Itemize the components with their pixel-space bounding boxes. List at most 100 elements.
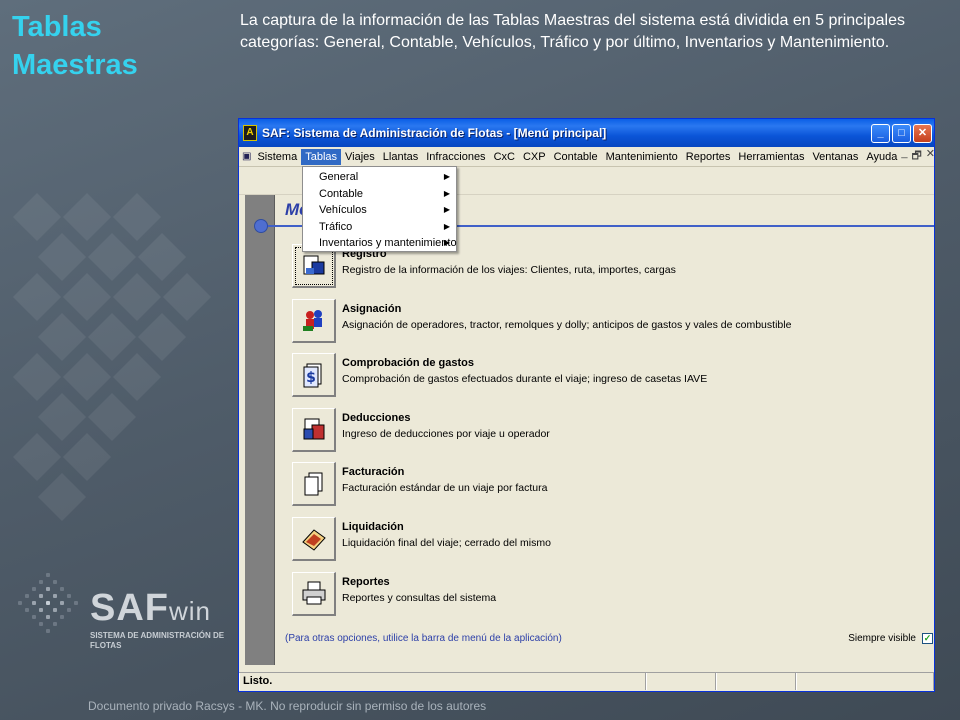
menu-item-viajes[interactable]: Viajes [341, 149, 379, 165]
menu-item-infracciones[interactable]: Infracciones [422, 149, 489, 165]
option-description: Asignación de operadores, tractor, remol… [342, 318, 792, 331]
hint-text: (Para otras opciones, utilice la barra d… [285, 633, 562, 644]
dropdown-item[interactable]: Tráfico ▶ [303, 219, 456, 236]
liquidacion-button[interactable] [292, 516, 336, 561]
reportes-icon [300, 579, 328, 607]
tablas-dropdown-menu: General ▶ Contable ▶ Vehículos ▶ Tráfico ▶ Inven… [302, 166, 457, 252]
option-title: Asignación [342, 302, 402, 315]
option-description: Reportes y consultas del sistema [342, 591, 497, 604]
menu-item-reportes[interactable]: Reportes [682, 149, 735, 165]
menu-item-tablas[interactable]: Tablas [301, 148, 341, 165]
diamond-decoration [12, 352, 62, 402]
liquidacion-icon [300, 524, 328, 552]
always-visible-checkbox[interactable]: ✓ [922, 633, 933, 644]
menu-option-liquidacion: Liquidación Liquidación final del viaje; … [292, 515, 932, 570]
always-visible-option[interactable]: Siempre visible ✓ [848, 633, 933, 644]
logo-dot [39, 608, 43, 612]
logo-dot [46, 573, 50, 577]
option-title: Reportes [342, 575, 390, 588]
option-description: Liquidación final del viaje; cerrado del… [342, 536, 551, 549]
logo-dot [46, 601, 50, 605]
logo-dot [39, 622, 43, 626]
comprobacion-icon: $ [300, 361, 328, 389]
window-title: SAF: Sistema de Administración de Flotas… [262, 126, 607, 140]
diamond-decoration [12, 432, 62, 482]
logo-dot [39, 594, 43, 598]
comprobacion-button[interactable]: $ [292, 353, 336, 398]
logo-dot [46, 629, 50, 633]
dropdown-item[interactable]: Contable ▶ [303, 186, 456, 203]
mdi-restore-button[interactable]: 🗗 [911, 147, 921, 166]
menu-options-list: Registro Registro de la información de lo… [292, 242, 932, 624]
slide-footer: Documento privado Racsys - MK. No reprod… [88, 699, 487, 713]
logo-dot [32, 587, 36, 591]
logo-dot [67, 608, 71, 612]
submenu-arrow-icon: ▶ [443, 238, 450, 247]
dropdown-item[interactable]: General ▶ [303, 169, 456, 186]
slide-description: La captura de la información de las Tabl… [240, 12, 905, 51]
asignacion-icon [300, 306, 328, 334]
logo-dot [60, 615, 64, 619]
dropdown-item-label: Tráfico [319, 220, 353, 233]
deducciones-button[interactable] [292, 407, 336, 452]
menu-item-cxc[interactable]: CxC [490, 149, 519, 165]
menu-item-herramientas[interactable]: Herramientas [734, 149, 808, 165]
mdi-minimize-button[interactable]: _ [901, 147, 907, 166]
menu-item-sistema[interactable]: Sistema [253, 149, 301, 165]
slide-title: Tablas Maestras [12, 11, 138, 81]
asignacion-button[interactable] [292, 298, 336, 343]
maximize-button[interactable]: □ [892, 123, 911, 143]
registro-icon [300, 252, 328, 280]
menu-item-mantenimiento[interactable]: Mantenimiento [602, 149, 682, 165]
facturacion-button[interactable] [292, 462, 336, 507]
menu-option-comprobacion: $ Comprobación de gastos Comprobación de g… [292, 351, 932, 406]
menu-option-facturacion: Facturación Facturación estándar de un vi… [292, 460, 932, 515]
submenu-arrow-icon: ▶ [443, 221, 450, 231]
app-icon[interactable]: A [243, 125, 257, 141]
logo-dot [60, 587, 64, 591]
dropdown-item-label: Inventarios y mantenimiento [319, 237, 457, 249]
facturacion-icon [300, 470, 328, 498]
logo-tagline: SISTEMA DE ADMINISTRACIÓN DE FLOTAS [90, 631, 225, 650]
diamond-decoration [62, 192, 112, 242]
option-description: Ingreso de deducciones por viaje u opera… [342, 427, 550, 440]
diamond-decoration [112, 272, 162, 322]
logo-dot [25, 594, 29, 598]
logo-dot [39, 580, 43, 584]
logo-dot [60, 601, 64, 605]
reportes-button[interactable] [292, 571, 336, 616]
menu-item-contable[interactable]: Contable [550, 149, 602, 165]
mdi-close-button[interactable]: ✕ [926, 147, 934, 166]
diamond-decoration [37, 472, 87, 522]
dropdown-item[interactable]: Inventarios y mantenimiento ▶ [303, 235, 457, 252]
option-title: Deducciones [342, 411, 411, 424]
background-diamond-pattern [0, 180, 240, 600]
main-menu-panel: Me Registro Registro de la información de… [245, 195, 934, 665]
close-button[interactable]: ✕ [913, 123, 932, 143]
dropdown-item-label: Vehículos [319, 204, 367, 216]
minimize-button[interactable]: _ [871, 123, 890, 143]
dropdown-item[interactable]: Vehículos ▶ [303, 202, 456, 219]
mdi-window-icon[interactable]: ▣ [242, 151, 251, 163]
logo-dot [53, 580, 57, 584]
submenu-arrow-icon: ▶ [443, 188, 450, 198]
menu-item-cxp[interactable]: CXP [519, 149, 550, 165]
diamond-decoration [62, 432, 112, 482]
option-description: Registro de la información de los viajes… [342, 264, 676, 276]
option-description: Comprobación de gastos efectuados durant… [342, 373, 708, 386]
logo-dot [53, 594, 57, 598]
logo-dot [32, 615, 36, 619]
app-window: A SAF: Sistema de Administración de Flot… [238, 118, 935, 692]
diamond-decoration [87, 392, 137, 442]
menu-item-ventanas[interactable]: Ventanas [808, 149, 862, 165]
menu-item-llantas[interactable]: Llantas [379, 149, 422, 165]
menu-item-ayuda[interactable]: Ayuda [862, 149, 901, 165]
submenu-arrow-icon: ▶ [443, 205, 450, 214]
option-title: Comprobación de gastos [342, 357, 475, 370]
option-title: Facturación [342, 466, 405, 479]
diamond-decoration [137, 232, 187, 282]
diamond-decoration [62, 272, 112, 322]
title-bar[interactable]: A SAF: Sistema de Administración de Flot… [239, 119, 934, 147]
logo-dot [46, 615, 50, 619]
submenu-arrow-icon: ▶ [443, 172, 450, 181]
